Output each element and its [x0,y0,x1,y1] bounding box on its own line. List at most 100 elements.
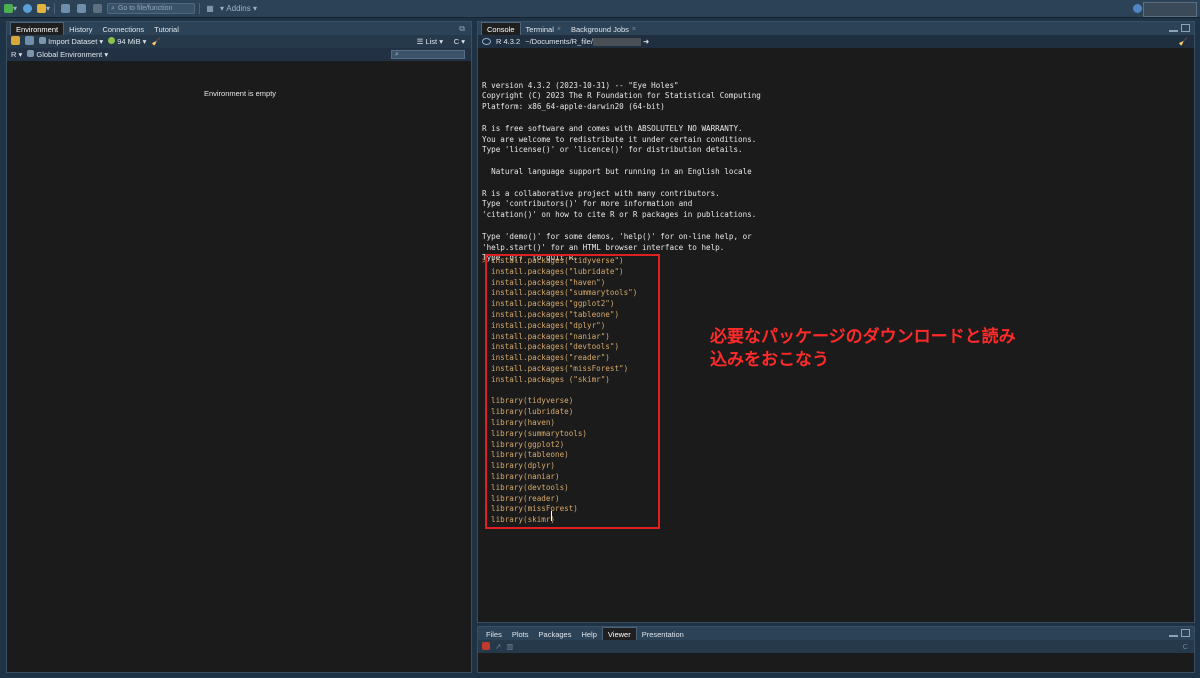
annotation-text: 必要なパッケージのダウンロードと読み 込みをおこなう [710,326,1016,372]
save-icon[interactable] [59,3,71,14]
save-all-icon[interactable] [75,3,87,14]
tab-label: Viewer [607,629,631,639]
tab-files[interactable]: Files [481,628,507,640]
highlight-box [485,254,660,529]
tab-label: Background Jobs [570,24,629,34]
project-menu[interactable] [1143,2,1197,17]
scope-dropdown[interactable]: Global Environment ▾ [27,50,108,59]
goto-file-input[interactable]: ⌕ Go to file/function [107,3,196,14]
tab-packages[interactable]: Packages [534,628,577,640]
console-line: 'citation()' on how to cite R or R packa… [482,210,757,220]
print-icon[interactable] [91,3,103,14]
save-workspace-icon[interactable] [25,36,34,47]
console-output[interactable]: R version 4.3.2 (2023-10-31) -- "Eye Hol… [478,59,761,286]
r-logo-icon [482,38,491,45]
goto-placeholder: Go to file/function [117,5,173,12]
import-dataset-button[interactable]: Import Dataset ▾ [39,37,103,46]
environment-scope-bar: R ▾ Global Environment ▾ ⌕ [7,48,471,61]
console-line: Type 'demo()' for some demos, 'help()' f… [482,231,752,241]
minimize-icon[interactable] [1169,29,1178,32]
memory-usage-button[interactable]: 94 MiB ▾ [108,37,146,46]
console-line: Platform: x86_64-apple-darwin20 (64-bit) [482,102,665,112]
console-startup-text: R version 4.3.2 (2023-10-31) -- "Eye Hol… [482,81,761,265]
tab-connections[interactable]: Connections [97,23,149,35]
console-line: R version 4.3.2 (2023-10-31) -- "Eye Hol… [482,80,679,90]
close-icon[interactable]: × [632,26,636,33]
memory-label: 94 MiB [117,37,141,46]
refresh-icon[interactable]: C ▾ [454,37,465,46]
tab-label: Help [581,629,597,639]
clear-console-icon[interactable]: 🧹 [1179,37,1188,46]
console-line: 'help.start()' for an HTML browser inter… [482,242,725,252]
tab-help[interactable]: Help [576,628,601,640]
environment-empty-text: Environment is empty [203,89,277,98]
load-workspace-icon[interactable] [11,36,20,47]
open-file-icon[interactable]: ▾ [37,3,50,14]
console-tabbar: Console Terminal × Background Jobs × [478,22,1194,35]
tab-label: Plots [511,629,529,639]
console-line: You are welcome to redistribute it under… [482,134,757,144]
console-line: Type 'license()' or 'licence()' for dist… [482,145,743,155]
refresh-icon[interactable]: C [1183,642,1188,651]
tab-tutorial[interactable]: Tutorial [149,23,184,35]
tab-label: Environment [16,24,59,34]
project-icon[interactable] [1133,4,1142,13]
tab-terminal[interactable]: Terminal × [521,23,566,35]
tab-environment[interactable]: Environment [10,22,65,35]
tab-console[interactable]: Console [481,22,521,35]
go-to-directory-icon[interactable]: ➜ [641,37,649,46]
addins-label: Addins [226,4,251,13]
environment-toolbar: Import Dataset ▾ 94 MiB ▾ 🧹 ☰ List ▾ C ▾ [7,35,471,48]
tab-label: Tutorial [154,24,179,34]
import-label: Import Dataset [48,37,98,46]
console-line: R is a collaborative project with many c… [482,188,720,198]
environment-pane: Environment History Connections Tutorial… [6,21,472,673]
r-version-label: R 4.3.2 [496,37,521,46]
minimize-icon[interactable] [1169,634,1178,637]
addins-menu[interactable]: ▾ Addins ▾ [220,3,257,14]
annotation-line-1: 必要なパッケージのダウンロードと読み [710,327,1016,347]
close-icon[interactable]: × [557,26,561,33]
tab-history[interactable]: History [64,23,97,35]
viewer-toolbar: ↗ ▥ C [478,640,1194,653]
broom-icon[interactable]: 🧹 [151,37,160,46]
main-toolbar: ▾ ▾ ⌕ Go to file/function ▦ ▾ Addins ▾ [0,0,1200,18]
popout-icon[interactable]: ⧉ [459,24,465,34]
console-line: R is free software and comes with ABSOLU… [482,123,743,133]
console-line: Copyright (C) 2023 The R Foundation for … [482,91,761,101]
lang-label: R [11,50,17,59]
tab-label: Packages [538,629,572,639]
export-icon[interactable] [482,641,490,652]
tab-background-jobs[interactable]: Background Jobs × [566,23,641,35]
grid-layout-icon[interactable]: ▦ [204,3,216,14]
new-file-icon[interactable]: ▾ [4,3,17,14]
toolbar-divider [199,3,201,14]
maximize-icon[interactable] [1181,24,1190,32]
tab-presentation[interactable]: Presentation [637,628,689,640]
maximize-icon[interactable] [1181,629,1190,637]
console-path-bar: R 4.3.2 ~/Documents/R_file/ ➜ 🧹 [478,35,1194,48]
tab-viewer[interactable]: Viewer [601,627,637,640]
list-view-dropdown[interactable]: ☰ List ▾ [417,37,443,46]
new-project-icon[interactable] [21,3,33,14]
tab-label: Connections [102,24,145,34]
tab-label: Terminal [525,24,554,34]
files-pane: Files Plots Packages Help Viewer Present… [477,626,1195,673]
tab-plots[interactable]: Plots [507,628,534,640]
clear-viewer-icon[interactable]: ▥ [506,642,513,651]
tab-label: History [69,24,93,34]
files-tabbar: Files Plots Packages Help Viewer Present… [478,627,1194,640]
redacted-folder [592,38,641,46]
tab-label: Presentation [641,629,684,639]
language-dropdown[interactable]: R ▾ [11,50,22,59]
stop-icon[interactable]: ↗ [495,642,501,651]
environment-search-input[interactable]: ⌕ [391,50,465,59]
search-icon: ⌕ [111,4,115,12]
toolbar-divider [54,3,56,14]
working-directory[interactable]: ~/Documents/R_file/ ➜ [525,37,649,46]
tab-label: Console [487,24,515,34]
